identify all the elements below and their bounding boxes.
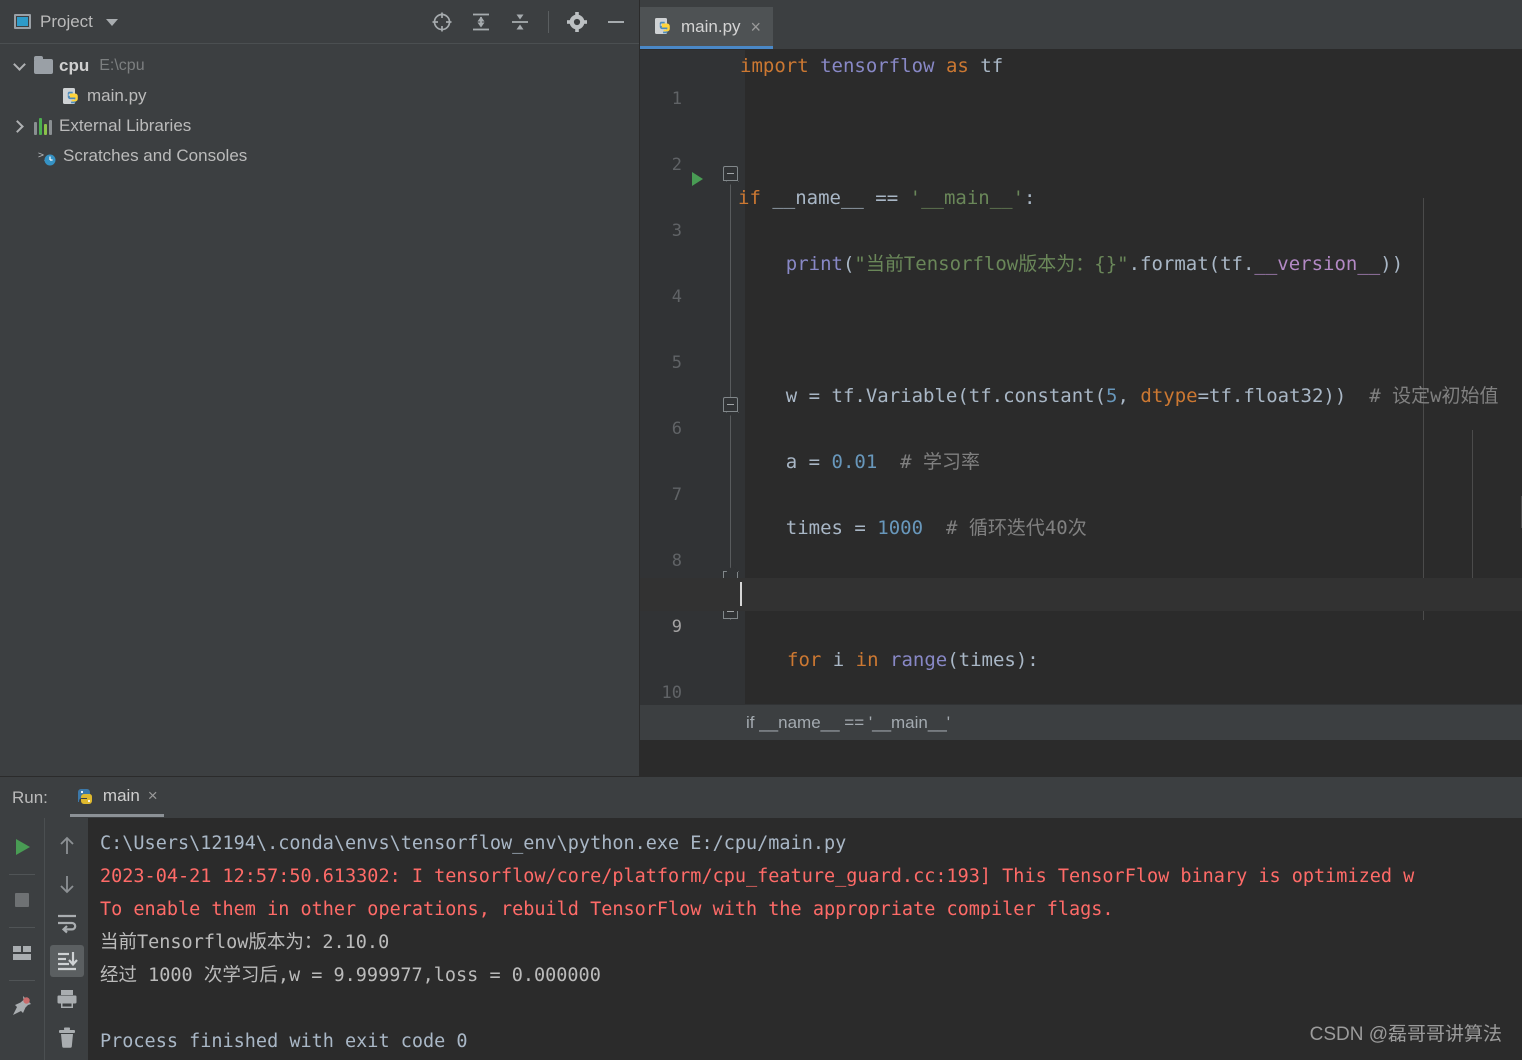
line-content: if __name__ == '__main__': bbox=[738, 187, 1036, 209]
editor-area: main.py × 1 import tensorflow as tf 2 3 … bbox=[640, 0, 1522, 776]
tree-item-path: E:\cpu bbox=[99, 57, 145, 74]
print-button[interactable] bbox=[50, 983, 84, 1015]
line-content: w = tf.Variable(tf.constant(5, dtype=tf.… bbox=[740, 385, 1499, 407]
collapse-all-icon[interactable] bbox=[509, 11, 531, 33]
python-file-icon bbox=[654, 17, 673, 36]
stop-button[interactable] bbox=[5, 883, 39, 917]
project-title-button[interactable]: Project bbox=[14, 12, 118, 32]
console-line: To enable them in other operations, rebu… bbox=[100, 899, 1114, 920]
text-caret bbox=[740, 582, 742, 606]
code-line[interactable]: 6 w = tf.Variable(tf.constant(5, dtype=t… bbox=[640, 380, 1522, 439]
code-line[interactable]: 8 times = 1000 # 循环迭代40次 bbox=[640, 512, 1522, 571]
pin-tab-button[interactable] bbox=[5, 989, 39, 1023]
gear-icon[interactable] bbox=[566, 11, 588, 33]
code-lines[interactable]: 1 import tensorflow as tf 2 3 if __name_… bbox=[640, 50, 1522, 737]
line-number: 4 bbox=[671, 287, 682, 307]
expand-all-icon[interactable] bbox=[470, 11, 492, 33]
project-window-icon bbox=[14, 14, 31, 29]
line-number: 5 bbox=[671, 353, 682, 373]
chevron-down-icon[interactable] bbox=[105, 19, 118, 26]
breadcrumb[interactable]: if __name__ == '__main__' bbox=[640, 704, 1522, 740]
line-number: 2 bbox=[671, 155, 682, 175]
run-panel-header: Run: main × bbox=[0, 777, 1522, 818]
run-button[interactable] bbox=[5, 830, 39, 864]
select-opened-file-icon[interactable] bbox=[431, 11, 453, 33]
library-icon bbox=[34, 117, 53, 135]
line-content: a = 0.01 # 学习率 bbox=[740, 451, 981, 473]
toolbar-divider bbox=[9, 927, 35, 928]
tree-item-label: Scratches and Consoles bbox=[63, 146, 248, 165]
clear-all-button[interactable] bbox=[50, 1022, 84, 1054]
code-line[interactable]: 2 bbox=[640, 116, 1522, 175]
console-line: Process finished with exit code 0 bbox=[100, 1031, 468, 1052]
python-file-icon bbox=[62, 87, 81, 106]
toolbar-divider bbox=[9, 980, 35, 981]
close-icon[interactable]: × bbox=[749, 18, 762, 36]
tree-item-label: External Libraries bbox=[59, 116, 192, 135]
line-number: 6 bbox=[671, 419, 682, 439]
breadcrumb-text: if __name__ == '__main__' bbox=[746, 712, 951, 732]
project-panel-title: Project bbox=[40, 11, 93, 31]
down-arrow-button[interactable] bbox=[50, 868, 84, 900]
code-line-current[interactable]: 9 bbox=[640, 578, 1522, 637]
restore-layout-button[interactable] bbox=[5, 936, 39, 970]
soft-wrap-button[interactable] bbox=[50, 907, 84, 939]
code-line[interactable]: 3 if __name__ == '__main__': bbox=[640, 182, 1522, 241]
toolbar-divider bbox=[9, 874, 35, 875]
code-editor[interactable]: 1 import tensorflow as tf 2 3 if __name_… bbox=[640, 50, 1522, 740]
run-tab-label: main bbox=[102, 786, 140, 805]
console-line: 当前Tensorflow版本为：2.10.0 bbox=[100, 932, 390, 953]
line-number: 7 bbox=[671, 485, 682, 505]
close-icon[interactable]: × bbox=[148, 786, 158, 806]
console-line: 2023-04-21 12:57:50.613302: I tensorflow… bbox=[100, 866, 1415, 887]
code-line[interactable]: 5 bbox=[640, 314, 1522, 373]
editor-tab-label: main.py bbox=[681, 16, 741, 36]
editor-tabs-bar: main.py × bbox=[640, 0, 1522, 50]
folder-icon bbox=[34, 55, 53, 74]
chevron-collapsed-icon[interactable] bbox=[10, 119, 28, 133]
run-panel-label: Run: bbox=[12, 787, 48, 807]
project-file-tree: cpu E:\cpu main.py External Libraries >_ bbox=[0, 44, 639, 171]
console-line: 经过 1000 次学习后,w = 9.999977,loss = 0.00000… bbox=[100, 965, 601, 986]
toolbar-divider bbox=[548, 10, 549, 33]
chevron-expanded-icon[interactable] bbox=[10, 57, 28, 73]
line-number: 3 bbox=[671, 221, 682, 241]
run-console-output[interactable]: C:\Users\12194\.conda\envs\tensorflow_en… bbox=[88, 818, 1522, 1060]
line-content: print("当前Tensorflow版本为：{}".format(tf.__v… bbox=[785, 253, 1404, 275]
code-line[interactable]: 7 a = 0.01 # 学习率 bbox=[640, 446, 1522, 505]
watermark: CSDN @磊哥哥讲算法 bbox=[1309, 1024, 1502, 1045]
tree-item-label: cpu bbox=[59, 56, 90, 75]
run-panel-body: C:\Users\12194\.conda\envs\tensorflow_en… bbox=[0, 818, 1522, 1060]
line-content: import tensorflow as tf bbox=[740, 55, 1004, 77]
python-file-icon bbox=[76, 787, 95, 806]
project-panel-header: Project bbox=[0, 0, 639, 44]
scratches-icon: >_ bbox=[38, 147, 57, 166]
tree-item-scratches-and-consoles[interactable]: >_ Scratches and Consoles bbox=[0, 141, 639, 171]
run-tool-window: Run: main × C:\Users\12194\.conda\envs\t… bbox=[0, 776, 1522, 1060]
minimize-icon[interactable] bbox=[605, 11, 627, 33]
line-content: for i in range(times): bbox=[787, 649, 1039, 671]
run-toolbar-primary bbox=[0, 818, 44, 1060]
tree-item-cpu[interactable]: cpu E:\cpu bbox=[0, 51, 639, 81]
tree-item-label: main.py bbox=[87, 86, 147, 105]
project-tool-window: Project cpu E:\cpu main.py External Libr… bbox=[0, 0, 640, 776]
run-toolbar-secondary bbox=[44, 818, 88, 1060]
editor-tab-main-py[interactable]: main.py × bbox=[640, 7, 774, 49]
up-arrow-button[interactable] bbox=[50, 830, 84, 862]
code-line[interactable]: 4 print("当前Tensorflow版本为：{}".format(tf._… bbox=[640, 248, 1522, 307]
console-line: C:\Users\12194\.conda\envs\tensorflow_en… bbox=[100, 833, 847, 854]
run-tab-main[interactable]: main × bbox=[69, 779, 164, 817]
line-number: 1 bbox=[671, 89, 682, 109]
line-number: 9 bbox=[671, 617, 682, 637]
line-content: times = 1000 # 循环迭代40次 bbox=[740, 517, 1087, 539]
tree-item-external-libraries[interactable]: External Libraries bbox=[0, 111, 639, 141]
line-number: 8 bbox=[671, 551, 682, 571]
scroll-to-end-button[interactable] bbox=[49, 944, 84, 978]
project-panel-toolbar bbox=[431, 10, 627, 33]
code-line[interactable]: 1 import tensorflow as tf bbox=[640, 50, 1522, 109]
tree-item-main-py[interactable]: main.py bbox=[0, 81, 639, 111]
code-line[interactable]: 10 for i in range(times): bbox=[640, 644, 1522, 703]
